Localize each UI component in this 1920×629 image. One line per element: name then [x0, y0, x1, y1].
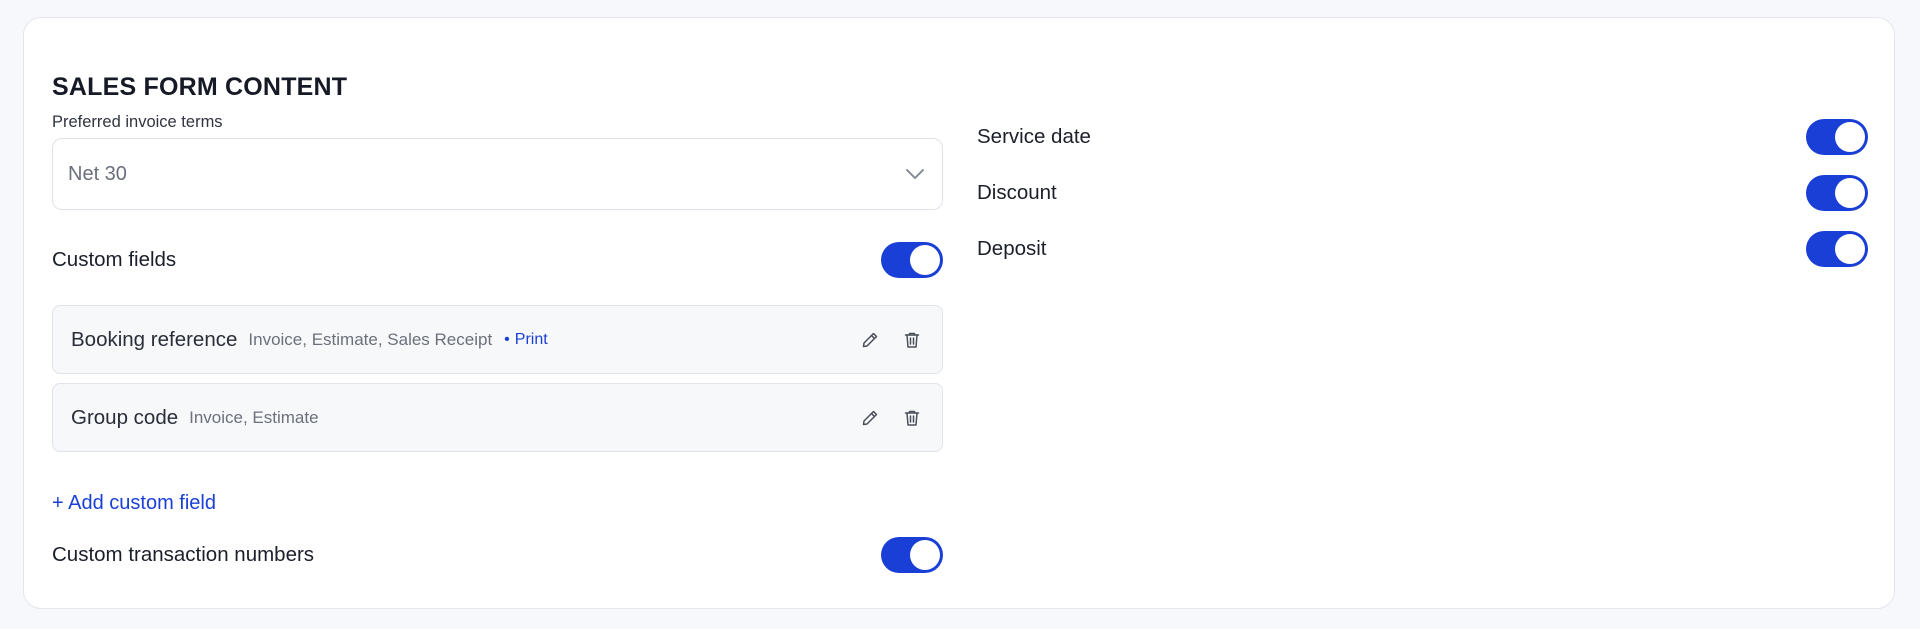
- invoice-terms-value: Net 30: [68, 162, 127, 185]
- custom-fields-row: Custom fields: [52, 242, 943, 278]
- invoice-terms-select[interactable]: Net 30: [52, 138, 943, 210]
- toggle-knob: [910, 540, 940, 570]
- discount-label: Discount: [977, 181, 1057, 204]
- invoice-terms-label: Preferred invoice terms: [52, 113, 223, 131]
- section-title: SALES FORM CONTENT: [52, 73, 348, 101]
- toggle-knob: [1835, 122, 1865, 152]
- bullet: •: [504, 330, 510, 348]
- custom-transaction-numbers-label: Custom transaction numbers: [52, 543, 315, 566]
- custom-field-forms: Invoice, Estimate, Sales Receipt: [248, 329, 493, 349]
- add-custom-field-link[interactable]: + Add custom field: [52, 492, 216, 515]
- trash-icon[interactable]: [900, 406, 924, 430]
- custom-field-actions: [858, 328, 924, 352]
- custom-field-forms: Invoice, Estimate: [189, 407, 319, 427]
- custom-field-name: Booking reference: [71, 327, 238, 351]
- pencil-icon[interactable]: [858, 406, 882, 430]
- custom-field-actions: [858, 406, 924, 430]
- custom-fields-label: Custom fields: [52, 248, 177, 271]
- toggle-knob: [1835, 234, 1865, 264]
- custom-transaction-numbers-toggle[interactable]: [881, 537, 943, 573]
- deposit-label: Deposit: [977, 237, 1047, 260]
- service-date-toggle[interactable]: [1806, 119, 1868, 155]
- trash-icon[interactable]: [900, 328, 924, 352]
- service-date-row: Service date: [977, 119, 1868, 155]
- deposit-row: Deposit: [977, 231, 1868, 267]
- custom-transaction-numbers-row: Custom transaction numbers: [52, 537, 943, 573]
- toggle-knob: [1835, 178, 1865, 208]
- discount-toggle[interactable]: [1806, 175, 1868, 211]
- discount-row: Discount: [977, 175, 1868, 211]
- custom-field-item-group-code: Group code Invoice, Estimate: [52, 383, 943, 452]
- chevron-down-icon: [903, 162, 927, 186]
- custom-field-print-badge: • Print: [504, 331, 548, 349]
- toggle-knob: [910, 245, 940, 275]
- custom-field-item-booking-reference: Booking reference Invoice, Estimate, Sal…: [52, 305, 943, 374]
- pencil-icon[interactable]: [858, 328, 882, 352]
- sales-form-content-card: SALES FORM CONTENT Preferred invoice ter…: [23, 17, 1895, 609]
- print-label: Print: [514, 330, 548, 348]
- deposit-toggle[interactable]: [1806, 231, 1868, 267]
- service-date-label: Service date: [977, 125, 1091, 148]
- custom-fields-toggle[interactable]: [881, 242, 943, 278]
- custom-field-name: Group code: [71, 405, 179, 429]
